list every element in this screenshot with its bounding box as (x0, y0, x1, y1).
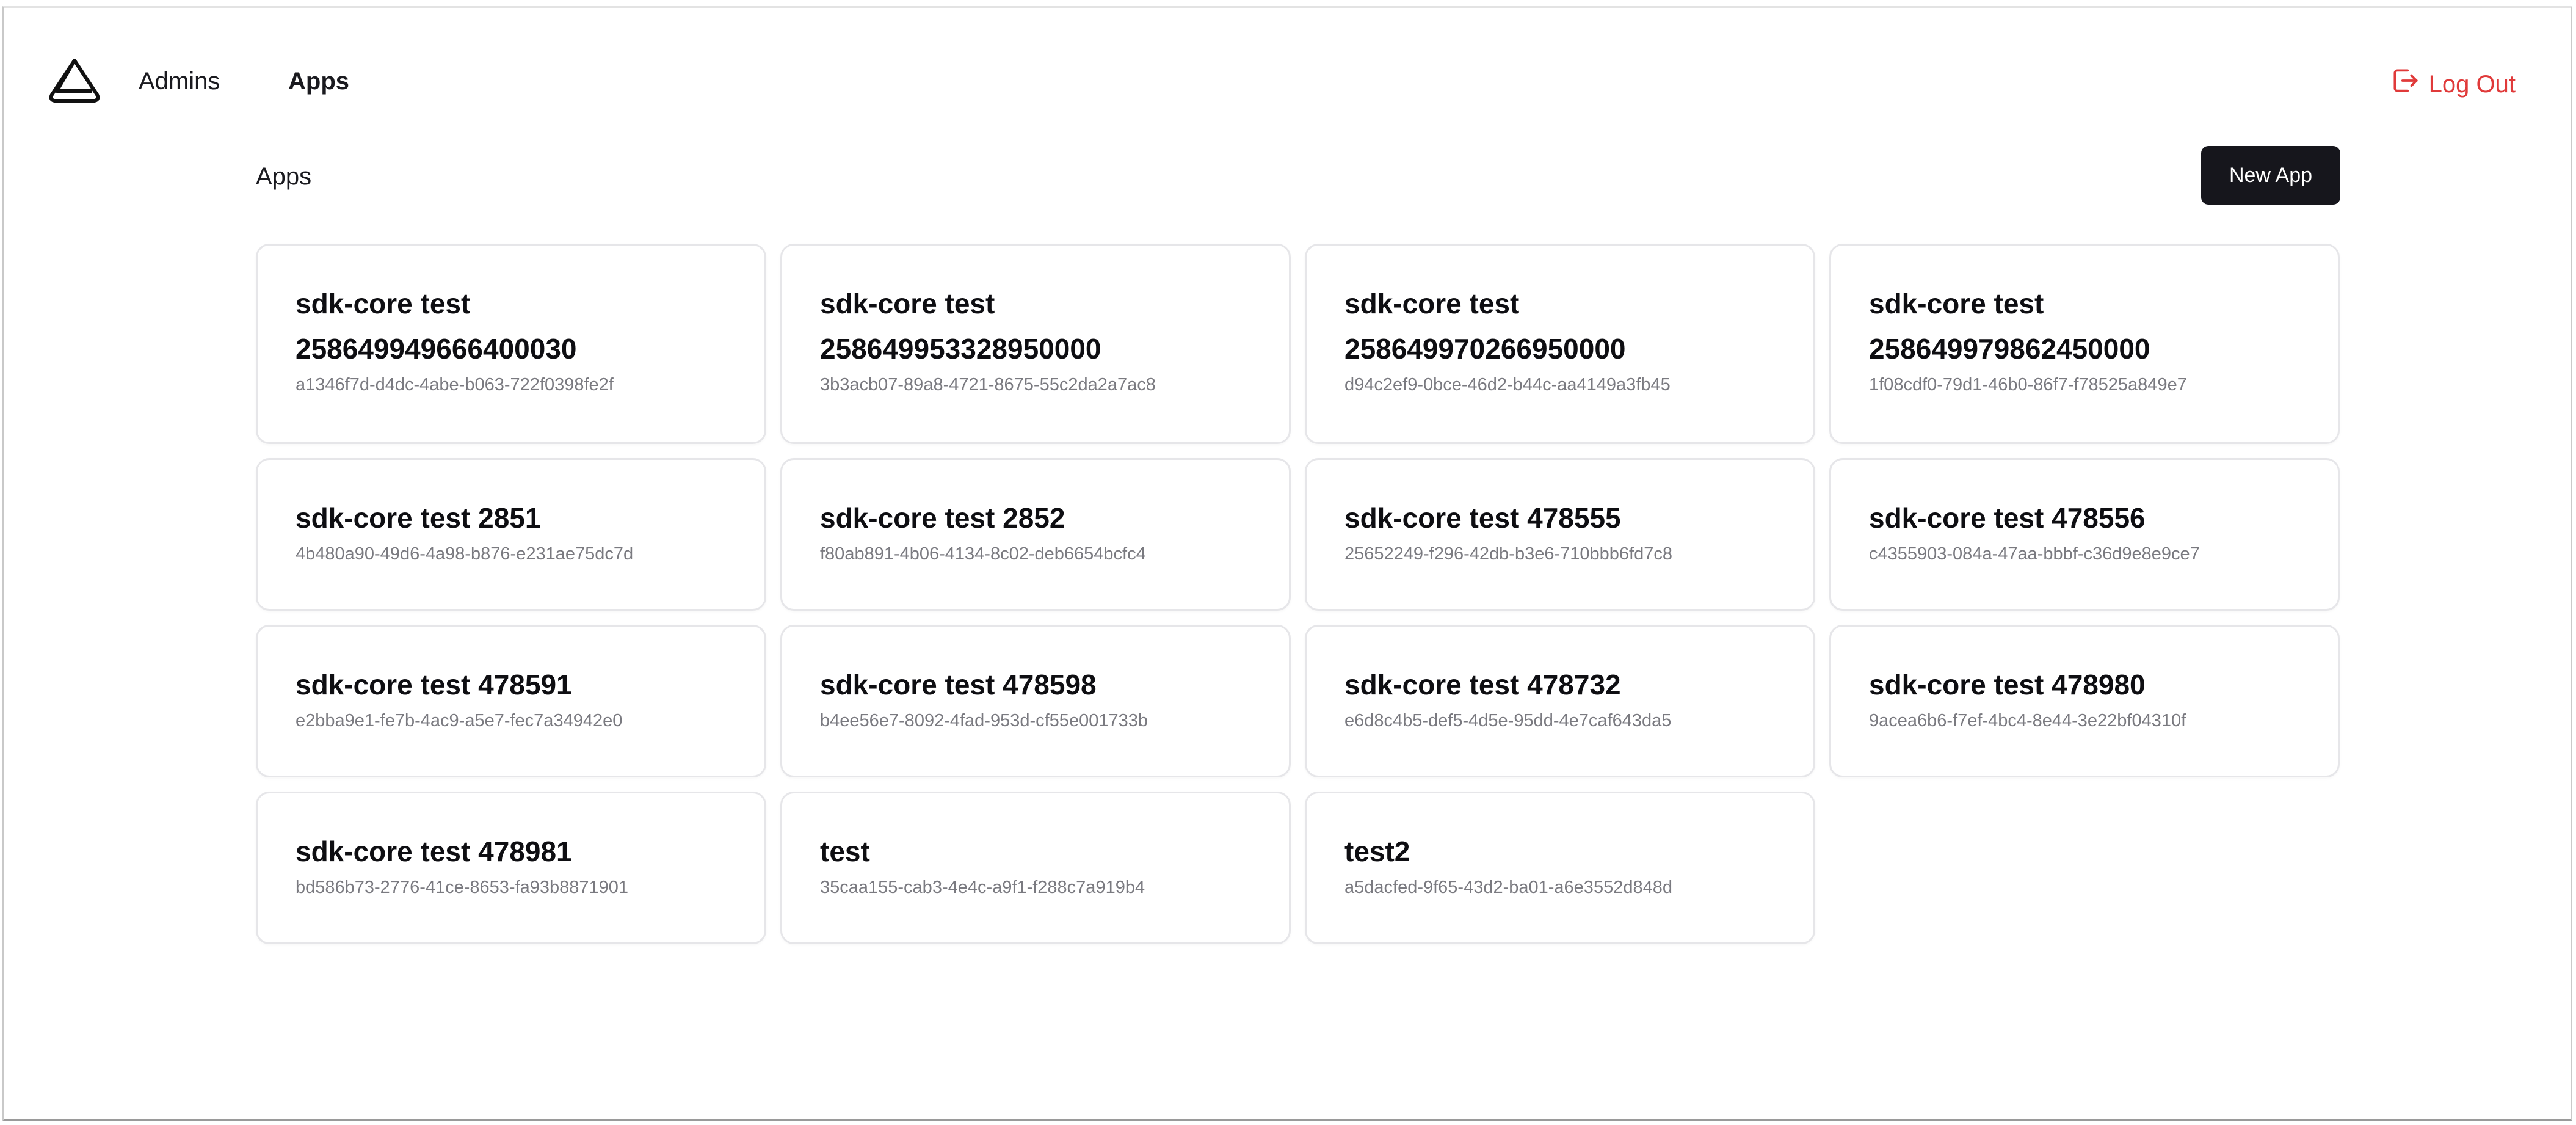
app-card[interactable]: sdk-core test 258649979862450000 1f08cdf… (1829, 244, 2340, 444)
app-card[interactable]: test2 a5dacfed-9f65-43d2-ba01-a6e3552d84… (1305, 792, 1815, 944)
app-name: sdk-core test 258649949666400030 (296, 288, 577, 365)
nav-admins[interactable]: Admins (139, 67, 220, 96)
app-name: sdk-core test 478598 (820, 669, 1097, 701)
app-name: sdk-core test 2851 (296, 502, 541, 534)
app-card[interactable]: sdk-core test 258649970266950000 d94c2ef… (1305, 244, 1815, 444)
page-title: Apps (256, 163, 312, 190)
app-id: a1346f7d-d4dc-4abe-b063-722f0398fe2f (296, 375, 614, 395)
app-name: test (820, 836, 870, 867)
app-id: 35caa155-cab3-4e4c-a9f1-f288c7a919b4 (820, 878, 1145, 897)
app-card[interactable]: test 35caa155-cab3-4e4c-a9f1-f288c7a919b… (780, 792, 1291, 944)
app-name: sdk-core test 258649970266950000 (1344, 288, 1626, 365)
app-name: sdk-core test 478732 (1344, 669, 1621, 701)
app-id: c4355903-084a-47aa-bbbf-c36d9e8e9ce7 (1869, 544, 2200, 564)
app-name: test2 (1344, 836, 1410, 867)
app-card[interactable]: sdk-core test 258649953328950000 3b3acb0… (780, 244, 1291, 444)
app-id: 25652249-f296-42db-b3e6-710bbb6fd7c8 (1344, 544, 1672, 564)
app-card[interactable]: sdk-core test 478598 b4ee56e7-8092-4fad-… (780, 625, 1291, 777)
app-name: sdk-core test 478591 (296, 669, 572, 701)
app-id: 9acea6b6-f7ef-4bc4-8e44-3e22bf04310f (1869, 711, 2186, 730)
app-name: sdk-core test 2852 (820, 502, 1065, 534)
app-card[interactable]: sdk-core test 478981 bd586b73-2776-41ce-… (256, 792, 766, 944)
nav-apps[interactable]: Apps (288, 67, 349, 96)
app-name: sdk-core test 478556 (1869, 502, 2146, 534)
app-card[interactable]: sdk-core test 2852 f80ab891-4b06-4134-8c… (780, 458, 1291, 611)
app-name: sdk-core test 478555 (1344, 502, 1621, 534)
app-id: f80ab891-4b06-4134-8c02-deb6654bcfc4 (820, 544, 1146, 564)
app-card[interactable]: sdk-core test 478555 25652249-f296-42db-… (1305, 458, 1815, 611)
logo-icon[interactable] (48, 57, 101, 106)
app-card[interactable]: sdk-core test 478980 9acea6b6-f7ef-4bc4-… (1829, 625, 2340, 777)
logout-button[interactable]: Log Out (2390, 65, 2516, 103)
apps-grid: sdk-core test 258649949666400030 a1346f7… (256, 244, 2340, 944)
app-id: a5dacfed-9f65-43d2-ba01-a6e3552d848d (1344, 878, 1672, 897)
app-id: d94c2ef9-0bce-46d2-b44c-aa4149a3fb45 (1344, 375, 1671, 395)
app-id: 3b3acb07-89a8-4721-8675-55c2da2a7ac8 (820, 375, 1156, 395)
app-name: sdk-core test 258649953328950000 (820, 288, 1101, 365)
app-card[interactable]: sdk-core test 478556 c4355903-084a-47aa-… (1829, 458, 2340, 611)
app-card[interactable]: sdk-core test 258649949666400030 a1346f7… (256, 244, 766, 444)
app-id: bd586b73-2776-41ce-8653-fa93b8871901 (296, 878, 629, 897)
logout-icon (2390, 65, 2420, 103)
app-id: 4b480a90-49d6-4a98-b876-e231ae75dc7d (296, 544, 634, 564)
app-card[interactable]: sdk-core test 478591 e2bba9e1-fe7b-4ac9-… (256, 625, 766, 777)
app-id: b4ee56e7-8092-4fad-953d-cf55e001733b (820, 711, 1148, 730)
app-id: e6d8c4b5-def5-4d5e-95dd-4e7caf643da5 (1344, 711, 1672, 730)
app-card[interactable]: sdk-core test 2851 4b480a90-49d6-4a98-b8… (256, 458, 766, 611)
app-name: sdk-core test 478980 (1869, 669, 2146, 701)
app-name: sdk-core test 258649979862450000 (1869, 288, 2150, 365)
app-window: Admins Apps Log Out Apps New App sdk-cor… (2, 6, 2572, 1121)
new-app-button[interactable]: New App (2201, 146, 2340, 205)
app-name: sdk-core test 478981 (296, 836, 572, 867)
app-id: e2bba9e1-fe7b-4ac9-a5e7-fec7a34942e0 (296, 711, 623, 730)
logout-label: Log Out (2428, 70, 2516, 98)
app-id: 1f08cdf0-79d1-46b0-86f7-f78525a849e7 (1869, 375, 2187, 395)
app-card[interactable]: sdk-core test 478732 e6d8c4b5-def5-4d5e-… (1305, 625, 1815, 777)
